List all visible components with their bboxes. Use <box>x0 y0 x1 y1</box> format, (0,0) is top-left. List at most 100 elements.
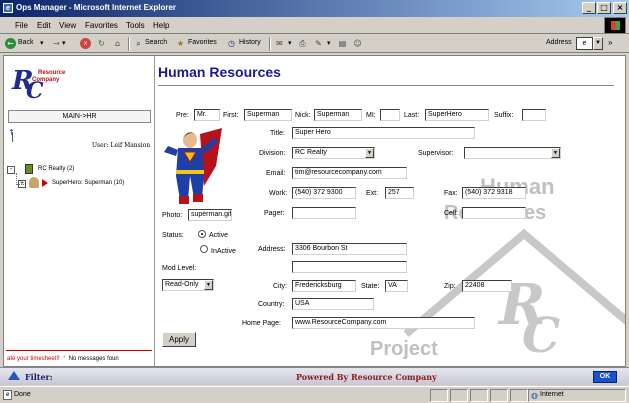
apply-button[interactable]: Apply <box>162 332 196 347</box>
toolbar: ← Back ▾ → ▾ x ↻ ⌂ ⌕ Search ★ Favorites … <box>0 35 629 53</box>
tree-item-rc-realty[interactable]: RC Realty (2) <box>38 166 74 172</box>
nick-name-field[interactable]: Superman <box>314 109 362 121</box>
middle-initial-field[interactable] <box>380 109 400 121</box>
discuss-icon[interactable]: ▤ <box>337 38 348 49</box>
menu-help[interactable]: Help <box>153 21 169 30</box>
cell-field[interactable] <box>462 207 526 219</box>
main-hr-button[interactable]: MAIN->HR <box>8 110 151 123</box>
first-label: First: <box>223 112 239 119</box>
home-icon[interactable]: ⌂ <box>112 38 123 49</box>
windows-logo-icon <box>604 17 626 34</box>
messenger-icon[interactable]: ☺ <box>352 38 363 49</box>
pre-field[interactable]: Mr. <box>194 109 220 121</box>
menu-tools[interactable]: Tools <box>126 21 145 30</box>
search-button[interactable]: Search <box>145 39 167 46</box>
powered-by-text: Powered By Resource Company <box>296 372 437 382</box>
pager-field[interactable] <box>292 207 356 219</box>
back-arrow-icon[interactable]: ← <box>5 38 16 49</box>
address-dropdown-icon[interactable]: ▼ <box>593 37 603 50</box>
menu-favorites[interactable]: Favorites <box>85 21 118 30</box>
status-active-label: Active <box>209 232 229 239</box>
menu-file[interactable]: File <box>15 21 28 30</box>
mod-level-select[interactable]: Read-Only ▼ <box>162 279 214 291</box>
close-button[interactable]: × <box>613 2 627 14</box>
message-marquee: ate your timesheet!! * No messages foun <box>7 356 119 362</box>
status-active-radio[interactable] <box>198 230 206 238</box>
up-arrow-icon[interactable] <box>8 371 20 380</box>
forward-dropdown-icon[interactable]: ▾ <box>62 39 66 47</box>
title-field[interactable]: Super Hero <box>292 127 475 139</box>
favorites-icon[interactable]: ★ <box>175 38 186 49</box>
tree-collapse-icon[interactable]: - <box>7 166 15 174</box>
mod-level-dropdown-icon[interactable]: ▼ <box>204 280 213 290</box>
photo-field[interactable]: superman.gif <box>188 209 232 221</box>
fax-label: Fax: <box>444 190 458 197</box>
user-line: User: Leif Mansion <box>92 142 151 149</box>
favorites-button[interactable]: Favorites <box>188 39 217 46</box>
menu-bar: File Edit View Favorites Tools Help <box>0 17 629 34</box>
ext-label: Ext: <box>366 190 379 197</box>
supervisor-dropdown-icon[interactable]: ▼ <box>551 148 560 158</box>
last-name-field[interactable]: SuperHero <box>425 109 489 121</box>
city-field[interactable]: Fredericksburg <box>292 280 356 292</box>
homepage-field[interactable]: www.ResourceCompany.com <box>292 317 475 329</box>
zip-field[interactable]: 22408 <box>462 280 512 292</box>
history-button[interactable]: History <box>239 39 261 46</box>
zip-label: Zip: <box>444 283 456 290</box>
main-panel: Human Resources R C Project Human Resour… <box>156 56 625 366</box>
refresh-icon[interactable]: ↻ <box>96 38 107 49</box>
fax-field[interactable]: (540) 372 9318 <box>462 187 526 199</box>
globe-icon: ◍ <box>531 391 538 400</box>
forward-arrow-icon[interactable]: → <box>51 38 62 49</box>
work-phone-field[interactable]: (540) 372 9300 <box>292 187 356 199</box>
tree-expand-icon[interactable]: + <box>18 180 26 188</box>
edit-dropdown-icon[interactable]: ▾ <box>327 39 331 47</box>
menu-edit[interactable]: Edit <box>37 21 51 30</box>
country-field[interactable]: USA <box>292 298 374 310</box>
mail-icon[interactable]: ✉ <box>274 38 285 49</box>
tree-item-superman[interactable]: SuperHero: Superman (10) <box>52 180 124 186</box>
division-dropdown-icon[interactable]: ▼ <box>365 148 374 158</box>
superman-photo <box>164 128 222 204</box>
address-label: Address <box>546 39 572 46</box>
photo-label: Photo: <box>162 212 183 219</box>
status-inactive-radio[interactable] <box>200 245 208 253</box>
city-label: City: <box>273 283 287 290</box>
ext-field[interactable]: 257 <box>385 187 414 199</box>
state-field[interactable]: VA <box>385 280 408 292</box>
first-name-field[interactable]: Superman <box>244 109 292 121</box>
links-icon[interactable]: » <box>608 38 612 47</box>
history-icon[interactable]: ◷ <box>226 38 237 49</box>
back-button[interactable]: Back <box>18 39 34 46</box>
minimize-button[interactable]: _ <box>582 2 596 14</box>
status-bar: e Done ◍ Internet <box>0 386 629 403</box>
filter-label[interactable]: Filter: <box>25 372 53 382</box>
address2-field[interactable] <box>292 261 407 273</box>
email-label: Email: <box>266 170 286 177</box>
search-icon[interactable]: ⌕ <box>133 38 144 49</box>
status-inactive-label: InActive <box>211 248 236 255</box>
supervisor-select[interactable]: ▼ <box>464 147 561 159</box>
mail-dropdown-icon[interactable]: ▾ <box>288 39 292 47</box>
cell-label: Cell: <box>444 210 459 217</box>
tree-up-arrow-icon[interactable]: ↑ <box>8 128 15 137</box>
maximize-button[interactable]: □ <box>597 2 611 14</box>
division-select[interactable]: RC Realty ▼ <box>292 147 375 159</box>
menu-view[interactable]: View <box>59 21 76 30</box>
title-bar: e Ops Manager - Microsoft Internet Explo… <box>0 0 629 17</box>
ie-icon: e <box>3 3 13 13</box>
zone-text: Internet <box>540 391 564 398</box>
edit-icon[interactable]: ✎ <box>313 38 324 49</box>
print-icon[interactable]: ⎙ <box>297 38 308 49</box>
email-field[interactable]: tim@resourcecompany.com <box>292 167 407 179</box>
country-label: Country: <box>258 301 285 308</box>
address-input[interactable]: e <box>576 37 593 50</box>
address-label: Address: <box>258 246 286 253</box>
ok-button[interactable]: OK <box>593 371 617 383</box>
stop-icon[interactable]: x <box>80 38 91 49</box>
back-dropdown-icon[interactable]: ▾ <box>40 39 44 47</box>
suffix-field[interactable] <box>522 109 546 121</box>
address-field[interactable]: 3306 Bourbon St <box>292 243 407 255</box>
resource-company-logo: RC Resource Company <box>12 66 66 104</box>
red-flag-icon <box>42 179 48 187</box>
